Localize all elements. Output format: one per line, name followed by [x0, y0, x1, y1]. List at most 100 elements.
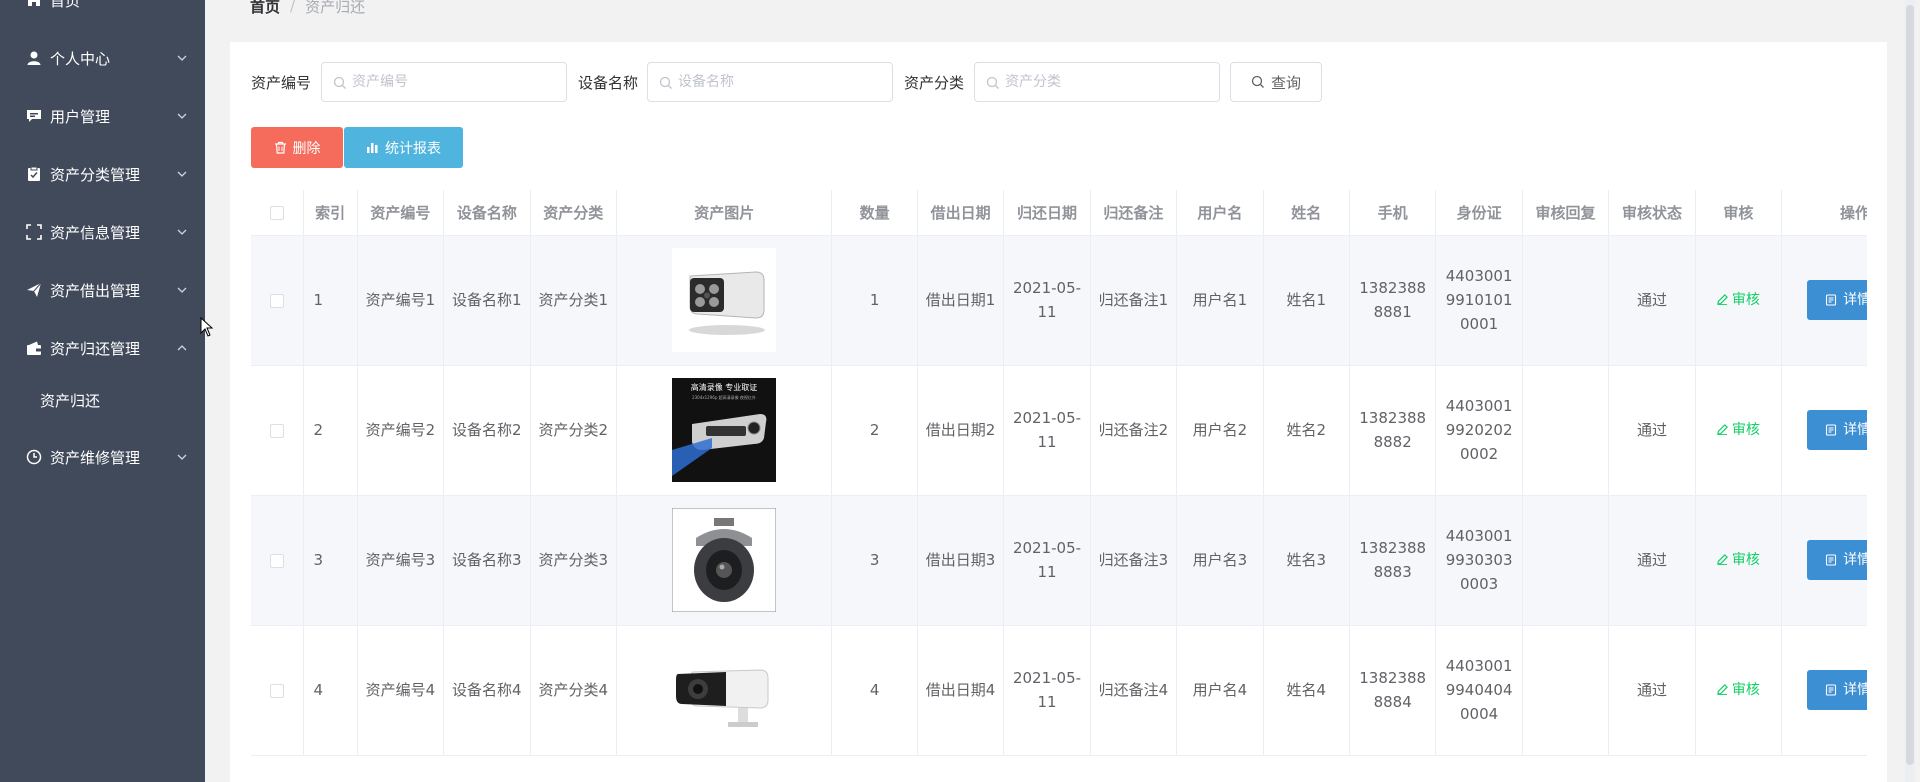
breadcrumb: 首页 / 资产归还	[250, 0, 365, 16]
delete-button-label: 删除	[292, 140, 321, 157]
column-header: 审核	[1695, 190, 1783, 236]
asset-image-cell	[616, 625, 833, 756]
sidebar-item-personal-center[interactable]: 个人中心	[0, 38, 205, 78]
sidebar-item-label: 资产分类管理	[50, 165, 141, 184]
table-row[interactable]: 3 资产编号3 设备名称3 资产分类3 3 借出日期3 2021-05-11 归…	[251, 495, 1867, 626]
chevron-down-icon	[177, 229, 187, 235]
quantity-cell: 1	[831, 235, 918, 366]
column-header: 归还备注	[1090, 190, 1178, 236]
review-link-label: 审核	[1731, 291, 1760, 308]
sidebar-subitem-asset-return[interactable]: 资产归还	[0, 380, 205, 420]
asset-no-label: 资产编号	[251, 74, 312, 92]
search-icon	[333, 76, 346, 89]
breadcrumb-home[interactable]: 首页	[250, 0, 280, 17]
row-checkbox[interactable]	[269, 553, 284, 568]
review-link-label: 审核	[1731, 421, 1760, 438]
sidebar-item-asset-repair[interactable]: 资产维修管理	[0, 437, 205, 477]
phone-cell: 13823888884	[1349, 625, 1437, 756]
sidebar-item-asset-lend[interactable]: 资产借出管理	[0, 270, 205, 310]
row-checkbox[interactable]	[269, 293, 284, 308]
sidebar-item-asset-category[interactable]: 资产分类管理	[0, 154, 205, 194]
column-header: 操作	[1781, 190, 1867, 236]
operations-cell: 详情	[1781, 365, 1867, 496]
clipboard-icon	[26, 166, 42, 182]
select-all-header	[251, 190, 304, 236]
chevron-down-icon	[177, 113, 187, 119]
review-link[interactable]: 审核	[1717, 288, 1760, 312]
chevron-down-icon	[177, 287, 187, 293]
username-cell: 用户名1	[1176, 235, 1264, 366]
asset-no-cell: 资产编号4	[357, 625, 445, 756]
column-header: 数量	[831, 190, 918, 236]
table-row[interactable]: 4 资产编号4 设备名称4 资产分类4 4 借出日期4 2021-05-11 归…	[251, 625, 1867, 756]
detail-button[interactable]: 详情	[1807, 280, 1867, 320]
review-reply-cell	[1522, 495, 1610, 626]
detail-button-label: 详情	[1843, 682, 1867, 698]
crop-icon	[26, 224, 42, 240]
document-icon	[1826, 684, 1837, 696]
mouse-cursor-icon	[200, 317, 214, 337]
operations-cell: 详情	[1781, 625, 1867, 756]
username-cell: 用户名2	[1176, 365, 1264, 496]
index-cell: 1	[303, 235, 358, 366]
detail-button[interactable]: 详情	[1807, 410, 1867, 450]
home-icon	[26, 0, 42, 8]
device-name-input[interactable]	[678, 63, 882, 101]
trash-icon	[274, 141, 286, 154]
lend-date-cell: 借出日期2	[917, 365, 1005, 496]
table-row[interactable]: 1 资产编号1 设备名称1 资产分类1 1 借出日期1 2021-05-11 归…	[251, 235, 1867, 366]
id-card-cell: 440300199101010001	[1435, 235, 1523, 366]
review-link[interactable]: 审核	[1717, 678, 1760, 702]
asset-no-cell: 资产编号1	[357, 235, 445, 366]
send-icon	[26, 282, 42, 298]
column-header: 姓名	[1263, 190, 1350, 236]
column-header: 资产图片	[616, 190, 833, 236]
quantity-cell: 2	[831, 365, 918, 496]
detail-button[interactable]: 详情	[1807, 670, 1867, 710]
phone-cell: 13823888882	[1349, 365, 1437, 496]
edit-icon	[1717, 684, 1728, 696]
review-link[interactable]: 审核	[1717, 548, 1760, 572]
sidebar-item-home[interactable]: 首页	[0, 0, 205, 20]
statistics-report-button[interactable]: 统计报表	[344, 127, 463, 168]
asset-category-input[interactable]	[1005, 63, 1209, 101]
page-scrollbar-thumb[interactable]	[1906, 5, 1914, 765]
sidebar-item-label: 资产归还管理	[50, 339, 141, 358]
delete-button[interactable]: 删除	[251, 127, 343, 168]
lend-date-cell: 借出日期4	[917, 625, 1005, 756]
row-checkbox[interactable]	[269, 683, 284, 698]
sidebar-item-asset-return[interactable]: 资产归还管理	[0, 328, 205, 368]
name-cell: 姓名2	[1263, 365, 1350, 496]
return-date-cell: 2021-05-11	[1003, 625, 1091, 756]
row-checkbox[interactable]	[269, 423, 284, 438]
name-cell: 姓名1	[1263, 235, 1350, 366]
query-button-label: 查询	[1270, 73, 1301, 92]
device-name-cell: 设备名称3	[443, 495, 531, 626]
asset-category-field	[974, 62, 1220, 102]
sidebar-item-asset-info[interactable]: 资产信息管理	[0, 212, 205, 252]
device-name-cell: 设备名称1	[443, 235, 531, 366]
asset-category-cell: 资产分类2	[530, 365, 617, 496]
quantity-cell: 4	[831, 625, 918, 756]
table-row[interactable]: 2 资产编号2 设备名称2 资产分类2 高清录像 专业取证 2304x1296p…	[251, 365, 1867, 496]
detail-button-label: 详情	[1843, 422, 1867, 438]
device-name-label: 设备名称	[578, 74, 639, 92]
review-link[interactable]: 审核	[1717, 418, 1760, 442]
asset-no-input[interactable]	[352, 63, 556, 101]
query-button[interactable]: 查询	[1230, 62, 1322, 102]
select-all-checkbox[interactable]	[269, 205, 284, 220]
chat-icon	[26, 108, 42, 124]
asset-category-cell: 资产分类1	[530, 235, 617, 366]
return-note-cell: 归还备注2	[1090, 365, 1178, 496]
column-header: 归还日期	[1003, 190, 1091, 236]
id-card-cell: 440300199202020002	[1435, 365, 1523, 496]
dome-camera-image	[672, 508, 777, 612]
operations-cell: 详情	[1781, 495, 1867, 626]
chevron-down-icon	[177, 454, 187, 460]
sidebar-item-label: 用户管理	[50, 107, 111, 126]
column-header: 手机	[1349, 190, 1437, 236]
id-card-cell: 440300199404040004	[1435, 625, 1523, 756]
document-icon	[1826, 424, 1837, 436]
sidebar-item-user-management[interactable]: 用户管理	[0, 96, 205, 136]
detail-button[interactable]: 详情	[1807, 540, 1867, 580]
